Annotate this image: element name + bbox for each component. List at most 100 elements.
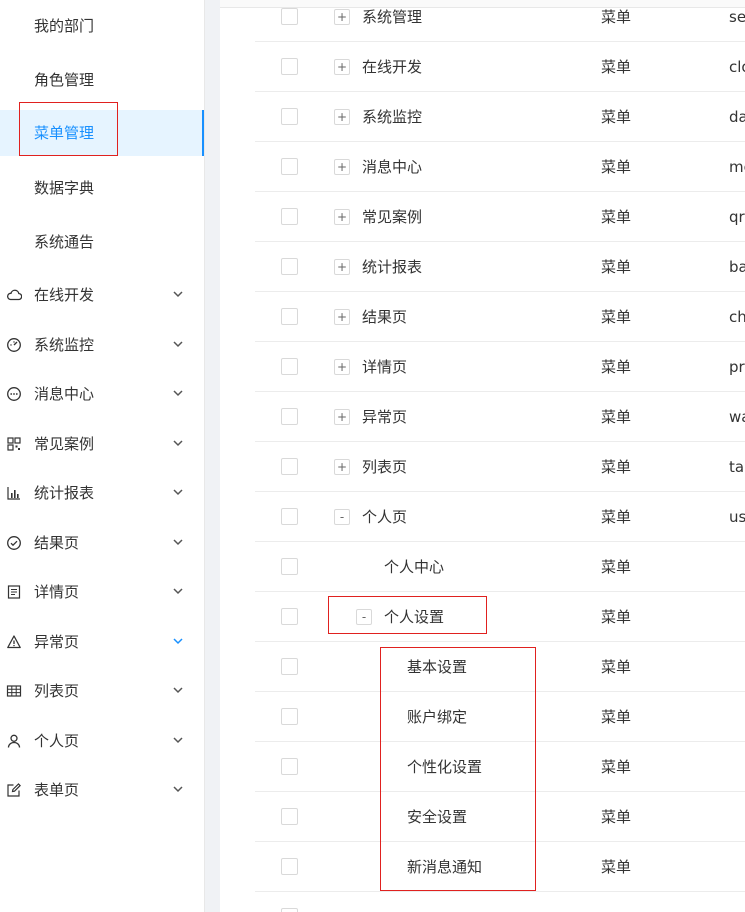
- expand-icon[interactable]: +: [334, 409, 350, 425]
- sidebar-menu-10[interactable]: 个人页: [0, 718, 205, 764]
- row-checkbox[interactable]: [281, 458, 298, 475]
- row-checkbox[interactable]: [281, 308, 298, 325]
- table-row[interactable]: 个人中心 菜单: [255, 542, 745, 592]
- sidebar-menu-1[interactable]: 在线开发: [0, 272, 205, 318]
- row-checkbox[interactable]: [281, 908, 298, 912]
- menu-name-cell: 异常页: [362, 408, 408, 426]
- row-checkbox[interactable]: [281, 608, 298, 625]
- row-checkbox[interactable]: [281, 708, 298, 725]
- sidebar-menu-7[interactable]: 详情页: [0, 569, 205, 615]
- expand-icon[interactable]: +: [334, 359, 350, 375]
- chevron-down-icon[interactable]: [172, 685, 184, 695]
- row-checkbox[interactable]: [281, 658, 298, 675]
- table-row[interactable]: 基本设置 菜单: [255, 642, 745, 692]
- content-gutter: [205, 0, 220, 912]
- table-row[interactable]: + 系统管理 菜单 se: [255, 0, 745, 42]
- row-checkbox[interactable]: [281, 758, 298, 775]
- sidebar-menu-label: 统计报表: [34, 484, 95, 502]
- table-row[interactable]: + 列表页 菜单 tal: [255, 442, 745, 492]
- sidebar-menu-6[interactable]: 结果页: [0, 520, 205, 566]
- table-row[interactable]: + 统计报表 菜单 ba: [255, 242, 745, 292]
- cloud-icon: [7, 289, 22, 301]
- component-cell: wa: [729, 408, 745, 426]
- menu-name-cell: 安全设置: [407, 808, 468, 826]
- expand-icon[interactable]: +: [334, 309, 350, 325]
- row-checkbox[interactable]: [281, 8, 298, 25]
- table-row[interactable]: [255, 892, 745, 912]
- table-row[interactable]: + 详情页 菜单 pr: [255, 342, 745, 392]
- chevron-down-icon[interactable]: [172, 636, 184, 646]
- sidebar-subitem-label: 我的部门: [34, 17, 95, 35]
- chevron-down-icon[interactable]: [172, 487, 184, 497]
- row-checkbox[interactable]: [281, 208, 298, 225]
- table-row[interactable]: 安全设置 菜单: [255, 792, 745, 842]
- table-row[interactable]: + 消息中心 菜单 me: [255, 142, 745, 192]
- table-row[interactable]: - 个人设置 菜单: [255, 592, 745, 642]
- table-row[interactable]: + 异常页 菜单 wa: [255, 392, 745, 442]
- table-row[interactable]: + 常见案例 菜单 qr: [255, 192, 745, 242]
- sidebar-subitem-1[interactable]: 我的部门: [0, 3, 205, 49]
- table-row[interactable]: 账户绑定 菜单: [255, 692, 745, 742]
- sidebar-menu-label: 结果页: [34, 533, 80, 552]
- chevron-down-icon[interactable]: [172, 735, 184, 745]
- sidebar-menu-8[interactable]: 异常页: [0, 619, 205, 665]
- collapse-icon[interactable]: -: [334, 509, 350, 525]
- row-checkbox[interactable]: [281, 108, 298, 125]
- expand-icon[interactable]: +: [334, 459, 350, 475]
- check-circle-icon: [7, 535, 21, 550]
- chevron-down-icon[interactable]: [172, 438, 184, 448]
- sidebar-subitem-4[interactable]: 数据字典: [0, 165, 205, 211]
- menu-type-cell: 菜单: [601, 308, 632, 326]
- chevron-down-icon[interactable]: [172, 388, 184, 398]
- expand-icon[interactable]: +: [334, 109, 350, 125]
- table-row[interactable]: + 在线开发 菜单 clo: [255, 42, 745, 92]
- bar-chart-icon: [7, 487, 20, 500]
- chevron-down-icon[interactable]: [172, 537, 184, 547]
- expand-icon[interactable]: +: [334, 259, 350, 275]
- chevron-down-icon[interactable]: [172, 289, 184, 299]
- sidebar-menu-5[interactable]: 统计报表: [0, 470, 205, 516]
- table-row[interactable]: 个性化设置 菜单: [255, 742, 745, 792]
- menu-type-cell: 菜单: [601, 458, 632, 476]
- sidebar-menu-9[interactable]: 列表页: [0, 668, 205, 714]
- sidebar-menu-4[interactable]: 常见案例: [0, 421, 205, 467]
- sidebar-subitem-5[interactable]: 系统通告: [0, 219, 205, 265]
- row-checkbox[interactable]: [281, 158, 298, 175]
- sidebar-subitem-2[interactable]: 角色管理: [0, 57, 205, 103]
- row-checkbox[interactable]: [281, 358, 298, 375]
- row-checkbox[interactable]: [281, 258, 298, 275]
- expand-icon[interactable]: +: [334, 209, 350, 225]
- row-checkbox[interactable]: [281, 858, 298, 875]
- chevron-down-icon[interactable]: [172, 784, 184, 794]
- sidebar-menu-label: 个人页: [34, 731, 80, 750]
- sidebar-menu-label: 常见案例: [34, 434, 95, 453]
- sidebar-subitem-3[interactable]: 菜单管理: [0, 110, 205, 156]
- chevron-down-icon[interactable]: [172, 586, 184, 596]
- chevron-down-icon[interactable]: [172, 339, 184, 349]
- row-checkbox[interactable]: [281, 58, 298, 75]
- collapse-icon[interactable]: -: [356, 609, 372, 625]
- menu-name-cell: 列表页: [362, 458, 408, 476]
- expand-icon[interactable]: +: [334, 59, 350, 75]
- menu-type-cell: 菜单: [601, 558, 632, 576]
- table-row[interactable]: + 结果页 菜单 ch: [255, 292, 745, 342]
- table-row[interactable]: 新消息通知 菜单: [255, 842, 745, 892]
- expand-icon[interactable]: +: [334, 159, 350, 175]
- row-checkbox[interactable]: [281, 408, 298, 425]
- table-row[interactable]: + 系统监控 菜单 da: [255, 92, 745, 142]
- row-checkbox[interactable]: [281, 808, 298, 825]
- table-row[interactable]: - 个人页 菜单 us: [255, 492, 745, 542]
- menu-type-cell: 菜单: [601, 758, 632, 776]
- sidebar-menu-3[interactable]: 消息中心: [0, 371, 205, 417]
- menu-name-cell: 新消息通知: [407, 858, 483, 876]
- component-cell: pr: [729, 358, 745, 376]
- table-icon: [6, 685, 22, 697]
- row-checkbox[interactable]: [281, 558, 298, 575]
- sidebar-subitem-label: 菜单管理: [34, 124, 95, 142]
- menu-name-cell: 个人中心: [384, 558, 445, 576]
- row-checkbox[interactable]: [281, 508, 298, 525]
- expand-icon[interactable]: +: [334, 9, 350, 25]
- sidebar-menu-11[interactable]: 表单页: [0, 767, 205, 813]
- menu-name-cell: 常见案例: [362, 208, 423, 226]
- sidebar-menu-2[interactable]: 系统监控: [0, 322, 205, 368]
